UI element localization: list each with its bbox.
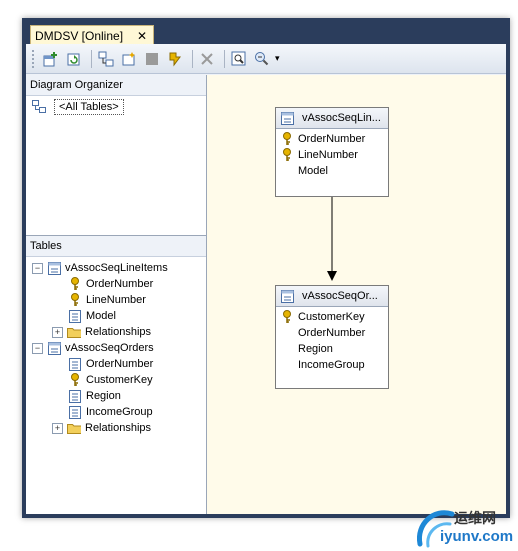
tree-column-row[interactable]: OrderNumber — [68, 356, 153, 372]
delete-icon[interactable] — [197, 49, 217, 69]
new-named-calc-icon[interactable] — [142, 49, 162, 69]
tree-column-row[interactable]: CustomerKey — [68, 372, 153, 388]
new-named-query-icon[interactable] — [119, 49, 139, 69]
tables-header: Tables — [26, 236, 206, 257]
diagram-column[interactable]: IncomeGroup — [276, 357, 388, 373]
tree-column-label: LineNumber — [86, 294, 146, 306]
diagram-table-header[interactable]: vAssocSeqLin... — [276, 108, 388, 129]
find-table-icon[interactable] — [229, 49, 249, 69]
diagram-table-orders[interactable]: vAssocSeqOr... CustomerKey OrderNumber R… — [275, 285, 389, 389]
replace-table-icon[interactable] — [165, 49, 185, 69]
diagram-table-header[interactable]: vAssocSeqOr... — [276, 286, 388, 307]
new-relationship-icon[interactable] — [96, 49, 116, 69]
key-icon — [68, 293, 82, 307]
tree-column-row[interactable]: IncomeGroup — [68, 404, 153, 420]
diagram-column[interactable]: CustomerKey — [276, 309, 388, 325]
expand-icon[interactable]: + — [52, 422, 63, 434]
column-icon — [68, 405, 82, 419]
tab-close-icon[interactable]: ✕ — [137, 29, 153, 43]
toolbar-grip[interactable] — [32, 49, 37, 68]
tree-column-row[interactable]: LineNumber — [68, 292, 146, 308]
tree-column-label: OrderNumber — [86, 278, 154, 290]
table-icon — [280, 289, 294, 303]
tables-pane: Tables − vAssocSeqLineItems OrderNumber — [26, 235, 206, 514]
tree-column-label: OrderNumber — [86, 358, 154, 370]
diagram-column-label: CustomerKey — [298, 311, 365, 323]
table-icon — [47, 261, 61, 275]
watermark-url: iyunv.com — [440, 528, 514, 545]
tree-column-label: CustomerKey — [86, 374, 153, 386]
diagram-column[interactable]: OrderNumber — [276, 325, 388, 341]
toolbar: ▾ — [26, 44, 506, 74]
tree-folder-label: Relationships — [85, 422, 152, 434]
table-icon — [280, 111, 294, 125]
diagram-canvas[interactable]: vAssocSeqLin... OrderNumber LineNumber M… — [207, 75, 506, 514]
diagram-column-label: IncomeGroup — [298, 359, 365, 371]
column-icon — [68, 357, 82, 371]
diagram-column[interactable]: Model — [276, 163, 388, 179]
collapse-icon[interactable]: − — [32, 342, 43, 354]
diagram-column-label: OrderNumber — [298, 327, 366, 339]
window-inner: DMDSV [Online] ✕ ▾ Diagram Organizer <Al… — [26, 22, 506, 514]
tree-relationships-row[interactable]: + Relationships — [52, 324, 151, 340]
key-icon — [68, 373, 82, 387]
designer-content: ▾ Diagram Organizer <All Tables> Tables — [26, 44, 506, 514]
tree-column-row[interactable]: Model — [68, 308, 116, 324]
key-icon — [280, 132, 294, 146]
all-tables-label: <All Tables> — [54, 99, 124, 115]
zoom-dropdown-icon[interactable]: ▾ — [275, 53, 280, 64]
tree-column-label: Model — [86, 310, 116, 322]
add-table-icon[interactable] — [41, 49, 61, 69]
diagram-table-title: vAssocSeqOr... — [302, 290, 378, 302]
collapse-icon[interactable]: − — [32, 262, 43, 274]
all-tables-diagram[interactable]: <All Tables> — [32, 99, 124, 115]
tree-relationships-row[interactable]: + Relationships — [52, 420, 151, 436]
diagram-column[interactable]: OrderNumber — [276, 131, 388, 147]
tree-column-row[interactable]: Region — [68, 388, 121, 404]
tree-table-row[interactable]: − vAssocSeqOrders — [32, 340, 154, 356]
document-tab[interactable]: DMDSV [Online] ✕ — [30, 25, 154, 45]
zoom-icon[interactable] — [252, 49, 272, 69]
tab-title: DMDSV [Online] — [35, 28, 124, 43]
diagram-column-label: Region — [298, 343, 333, 355]
toolbar-separator — [192, 49, 193, 68]
key-icon — [280, 310, 294, 324]
table-icon — [47, 341, 61, 355]
refresh-icon[interactable] — [64, 49, 84, 69]
diagram-organizer: Diagram Organizer <All Tables> — [26, 75, 206, 230]
watermark-logo: 运维网 iyunv.com — [412, 500, 518, 550]
tree-column-label: Region — [86, 390, 121, 402]
tree-column-label: IncomeGroup — [86, 406, 153, 418]
diagram-column[interactable]: Region — [276, 341, 388, 357]
tree-folder-label: Relationships — [85, 326, 152, 338]
folder-icon — [67, 325, 81, 339]
expand-icon[interactable]: + — [52, 326, 63, 338]
diagram-table-lineitems[interactable]: vAssocSeqLin... OrderNumber LineNumber M… — [275, 107, 389, 197]
key-icon — [68, 277, 82, 291]
tree-table-row[interactable]: − vAssocSeqLineItems — [32, 260, 168, 276]
watermark-cn: 运维网 — [454, 510, 496, 526]
diagram-column-label: LineNumber — [298, 149, 358, 161]
tree-table-label: vAssocSeqOrders — [65, 342, 154, 354]
diagram-icon — [32, 100, 46, 114]
column-icon — [68, 389, 82, 403]
tab-strip: DMDSV [Online] ✕ — [26, 22, 506, 45]
diagram-table-title: vAssocSeqLin... — [302, 112, 381, 124]
diagram-column-label: Model — [298, 165, 328, 177]
diagram-column[interactable]: LineNumber — [276, 147, 388, 163]
tree-table-label: vAssocSeqLineItems — [65, 262, 168, 274]
toolbar-separator — [224, 49, 225, 68]
designer-window: DMDSV [Online] ✕ ▾ Diagram Organizer <Al… — [22, 18, 510, 518]
key-icon — [280, 148, 294, 162]
left-pane: Diagram Organizer <All Tables> Tables − — [26, 75, 207, 514]
column-icon — [68, 309, 82, 323]
toolbar-separator — [91, 49, 92, 68]
tree-column-row[interactable]: OrderNumber — [68, 276, 153, 292]
diagram-organizer-header: Diagram Organizer — [26, 75, 206, 96]
diagram-column-label: OrderNumber — [298, 133, 366, 145]
folder-icon — [67, 421, 81, 435]
